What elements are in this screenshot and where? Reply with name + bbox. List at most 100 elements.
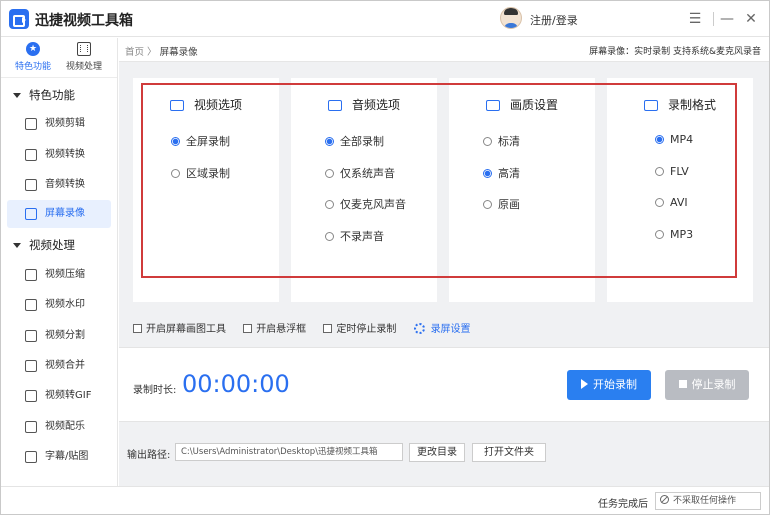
sidebar-item-video-split[interactable]: 视频分割: [7, 322, 111, 350]
audio-icon: [25, 179, 37, 191]
radio-region[interactable]: 区域录制: [171, 165, 230, 181]
checkbox-label: 定时停止录制: [336, 324, 397, 335]
radio-label: 仅麦克风声音: [340, 198, 406, 211]
sidebar-tabs: 特色功能 视频处理: [1, 38, 117, 78]
duration-timer: 00:00:00: [182, 370, 290, 398]
radio-dot: [171, 169, 180, 178]
radio-original[interactable]: 原画: [483, 196, 520, 212]
radio-dot: [325, 169, 334, 178]
breadcrumb-current: 屏幕录像: [159, 47, 198, 58]
sidebar-item-video-gif[interactable]: 视频转GIF: [7, 382, 111, 410]
section-features[interactable]: 特色功能: [13, 87, 75, 103]
sidebar-item-video-merge[interactable]: 视频合并: [7, 352, 111, 380]
video-icon: [169, 100, 184, 111]
radio-mp3[interactable]: MP3: [655, 228, 693, 241]
sidebar-item-label: 视频配乐: [45, 421, 85, 432]
radio-dot: [655, 135, 664, 144]
section-video-processing[interactable]: 视频处理: [13, 237, 75, 253]
radio-mp4[interactable]: MP4: [655, 133, 693, 146]
sidebar-item-label: 视频剪辑: [45, 118, 85, 129]
radio-system-audio[interactable]: 仅系统声音: [325, 165, 395, 181]
radio-avi[interactable]: AVI: [655, 196, 688, 209]
radio-dot: [171, 137, 180, 146]
sidebar-item-screen-record[interactable]: 屏幕录像: [7, 200, 111, 228]
tab-video-processing-label: 视频处理: [65, 62, 102, 72]
after-task-select[interactable]: 不采取任何操作: [655, 492, 761, 510]
close-button[interactable]: ✕: [741, 9, 761, 29]
recording-bar: 录制时长: 00:00:00 开始录制 停止录制: [119, 347, 769, 422]
record-settings-link[interactable]: 录屏设置: [413, 323, 471, 335]
radio-label: AVI: [670, 196, 688, 209]
title-divider: [713, 12, 714, 26]
breadcrumb: 首页 〉 屏幕录像: [125, 44, 198, 58]
audio-options-panel: 音频选项 全部录制 仅系统声音 仅麦克风声音 不录声音: [291, 78, 437, 302]
scissors-icon: [25, 118, 37, 130]
output-path-field[interactable]: C:\Users\Administrator\Desktop\迅捷视频工具箱: [175, 443, 403, 461]
panel-title-text: 音频选项: [351, 98, 400, 112]
menu-icon[interactable]: ☰: [685, 9, 705, 29]
sidebar-item-subtitle[interactable]: 字幕/贴图: [7, 443, 111, 471]
compress-icon: [25, 269, 37, 281]
sidebar-item-label: 音频转换: [45, 179, 85, 190]
app-logo-icon: [9, 9, 29, 29]
radio-dot: [655, 167, 664, 176]
after-task-value: 不采取任何操作: [673, 496, 737, 506]
ban-icon: [660, 495, 669, 504]
checkbox-box: [323, 324, 333, 333]
start-record-button[interactable]: 开始录制: [567, 370, 651, 400]
section-features-title: 特色功能: [29, 88, 75, 102]
radio-fullscreen[interactable]: 全屏录制: [171, 133, 230, 149]
radio-mic-audio[interactable]: 仅麦克风声音: [325, 196, 406, 212]
sidebar-item-video-music[interactable]: 视频配乐: [7, 413, 111, 441]
checkbox-timed-stop[interactable]: 定时停止录制: [323, 324, 396, 335]
options-checkbox-row: 开启屏幕画图工具 开启悬浮框 定时停止录制 录屏设置: [133, 320, 471, 335]
sidebar-item-video-edit[interactable]: 视频剪辑: [7, 110, 111, 138]
panel-title-text: 画质设置: [509, 98, 558, 112]
convert-icon: [25, 149, 37, 161]
radio-dot: [325, 137, 334, 146]
sidebar-item-video-watermark[interactable]: 视频水印: [7, 291, 111, 319]
radio-hd[interactable]: 高清: [483, 165, 520, 181]
star-icon: [26, 42, 40, 56]
sidebar-item-video-compress[interactable]: 视频压缩: [7, 261, 111, 289]
settings-link-label: 录屏设置: [430, 324, 471, 335]
radio-label: 高清: [498, 167, 520, 180]
sidebar-item-label: 视频合并: [45, 360, 85, 371]
checkbox-float-window[interactable]: 开启悬浮框: [243, 324, 306, 335]
panel-title: 画质设置: [449, 96, 595, 113]
tab-features[interactable]: 特色功能: [8, 42, 58, 72]
sidebar-item-label: 视频压缩: [45, 269, 85, 280]
radio-dot: [325, 200, 334, 209]
radio-dot: [655, 230, 664, 239]
sidebar-item-video-convert[interactable]: 视频转换: [7, 141, 111, 169]
radio-flv[interactable]: FLV: [655, 165, 689, 178]
radio-sd[interactable]: 标清: [483, 133, 520, 149]
quality-panel: 画质设置 标清 高清 原画: [449, 78, 595, 302]
sidebar-item-audio-convert[interactable]: 音频转换: [7, 171, 111, 199]
sidebar-item-label: 视频转换: [45, 149, 85, 160]
stop-record-button[interactable]: 停止录制: [665, 370, 749, 400]
checkbox-box: [133, 324, 142, 333]
radio-dot: [325, 232, 334, 241]
change-directory-button[interactable]: 更改目录: [409, 443, 465, 462]
sidebar-item-label: 视频转GIF: [45, 390, 92, 401]
radio-dot: [483, 169, 492, 178]
main-content: 首页 〉 屏幕录像 屏幕录像：实时录制 支持系统&麦克风录音 视频选项 全屏录制…: [119, 38, 769, 486]
login-link[interactable]: 注册/登录: [530, 12, 578, 28]
user-avatar[interactable]: [500, 7, 522, 29]
panel-title: 视频选项: [133, 96, 279, 113]
open-folder-button[interactable]: 打开文件夹: [472, 443, 546, 462]
radio-no-audio[interactable]: 不录声音: [325, 228, 384, 244]
feature-description: 屏幕录像：实时录制 支持系统&麦克风录音: [589, 47, 761, 57]
breadcrumb-bar: 首页 〉 屏幕录像 屏幕录像：实时录制 支持系统&麦克风录音: [119, 38, 769, 62]
radio-label: FLV: [670, 165, 689, 178]
sidebar: 特色功能 视频处理 特色功能 视频剪辑 视频转换 音频转换 屏幕录像 视频处理 …: [1, 38, 118, 486]
radio-all-audio[interactable]: 全部录制: [325, 133, 384, 149]
film-icon: [77, 42, 91, 56]
app-window: 迅捷视频工具箱 注册/登录 ☰ — ✕ 特色功能 视频处理 特色功能 视频剪辑 …: [0, 0, 770, 515]
minimize-button[interactable]: —: [717, 9, 737, 29]
breadcrumb-home[interactable]: 首页: [125, 47, 144, 58]
panel-title-text: 录制格式: [667, 98, 716, 112]
tab-video-processing[interactable]: 视频处理: [59, 42, 109, 72]
checkbox-draw-tool[interactable]: 开启屏幕画图工具: [133, 324, 226, 335]
